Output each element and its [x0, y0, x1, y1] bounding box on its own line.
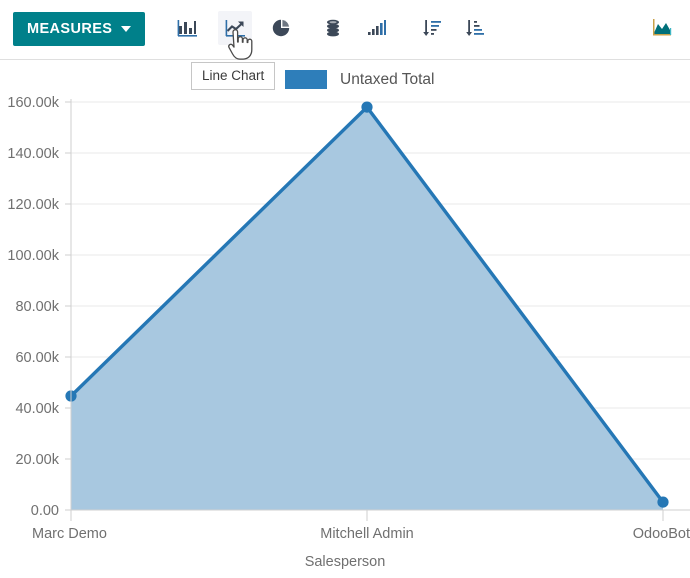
line-chart-icon[interactable] [218, 11, 252, 45]
bar-chart-glyph [176, 17, 198, 39]
chart-toolbar: MEASURES [0, 0, 690, 60]
graph-view: 0.00 20.00k 40.00k 60.00k 80.00k 100.00k 120.0… [0, 61, 690, 578]
y-axis-tick-labels: 0.00 20.00k 40.00k 60.00k 80.00k 100.00k 120.0… [7, 95, 59, 519]
x-tick-marks [71, 510, 663, 521]
sort-descending-icon[interactable] [415, 11, 449, 45]
line-chart-tooltip: Line Chart [191, 62, 275, 90]
data-point[interactable]: OdooBot: 3100 [657, 496, 668, 507]
y-axis-tick-label: 0.00 [31, 503, 59, 519]
sort-ascending-glyph [464, 17, 486, 39]
line-chart-glyph [224, 17, 246, 39]
ascending-bars-icon[interactable] [359, 11, 393, 45]
sort-ascending-icon[interactable] [458, 11, 492, 45]
x-axis-title: Salesperson [305, 554, 386, 570]
data-point[interactable]: Mitchell Admin: 158000 [361, 102, 372, 113]
y-axis-tick-label: 60.00k [15, 350, 59, 366]
x-axis-tick-labels: Marc Demo Mitchell Admin OdooBot [32, 526, 690, 542]
chart-legend: Untaxed Total [285, 70, 435, 89]
y-axis-tick-label: 40.00k [15, 401, 59, 417]
x-axis-tick-label: OdooBot [633, 526, 690, 542]
database-stack-glyph [322, 17, 344, 39]
ascending-bars-glyph [365, 17, 387, 39]
sort-descending-glyph [421, 17, 443, 39]
measures-button[interactable]: MEASURES [13, 12, 145, 46]
legend-swatch-untaxed-total[interactable] [285, 70, 327, 89]
tooltip-text: Line Chart [202, 68, 264, 83]
y-axis-tick-label: 160.00k [7, 95, 59, 111]
y-axis-tick-label: 100.00k [7, 248, 59, 264]
measures-button-label: MEASURES [27, 21, 112, 37]
bar-chart-icon[interactable] [170, 11, 204, 45]
pie-chart-icon[interactable] [264, 11, 298, 45]
y-axis-tick-label: 80.00k [15, 299, 59, 315]
area-chart-icon[interactable] [645, 11, 679, 45]
y-tick-marks [65, 102, 71, 510]
database-stack-icon[interactable] [316, 11, 350, 45]
y-axis-tick-label: 120.00k [7, 197, 59, 213]
line-chart-canvas[interactable]: 0.00 20.00k 40.00k 60.00k 80.00k 100.00k 120.0… [0, 61, 690, 578]
x-axis-tick-label: Marc Demo [32, 526, 107, 542]
y-axis-tick-label: 20.00k [15, 452, 59, 468]
legend-label-untaxed-total: Untaxed Total [340, 71, 435, 89]
x-axis-tick-label: Mitchell Admin [320, 526, 413, 542]
area-chart-glyph [649, 16, 675, 40]
caret-down-icon [121, 26, 131, 32]
pie-chart-glyph [270, 17, 292, 39]
y-axis-tick-label: 140.00k [7, 146, 59, 162]
